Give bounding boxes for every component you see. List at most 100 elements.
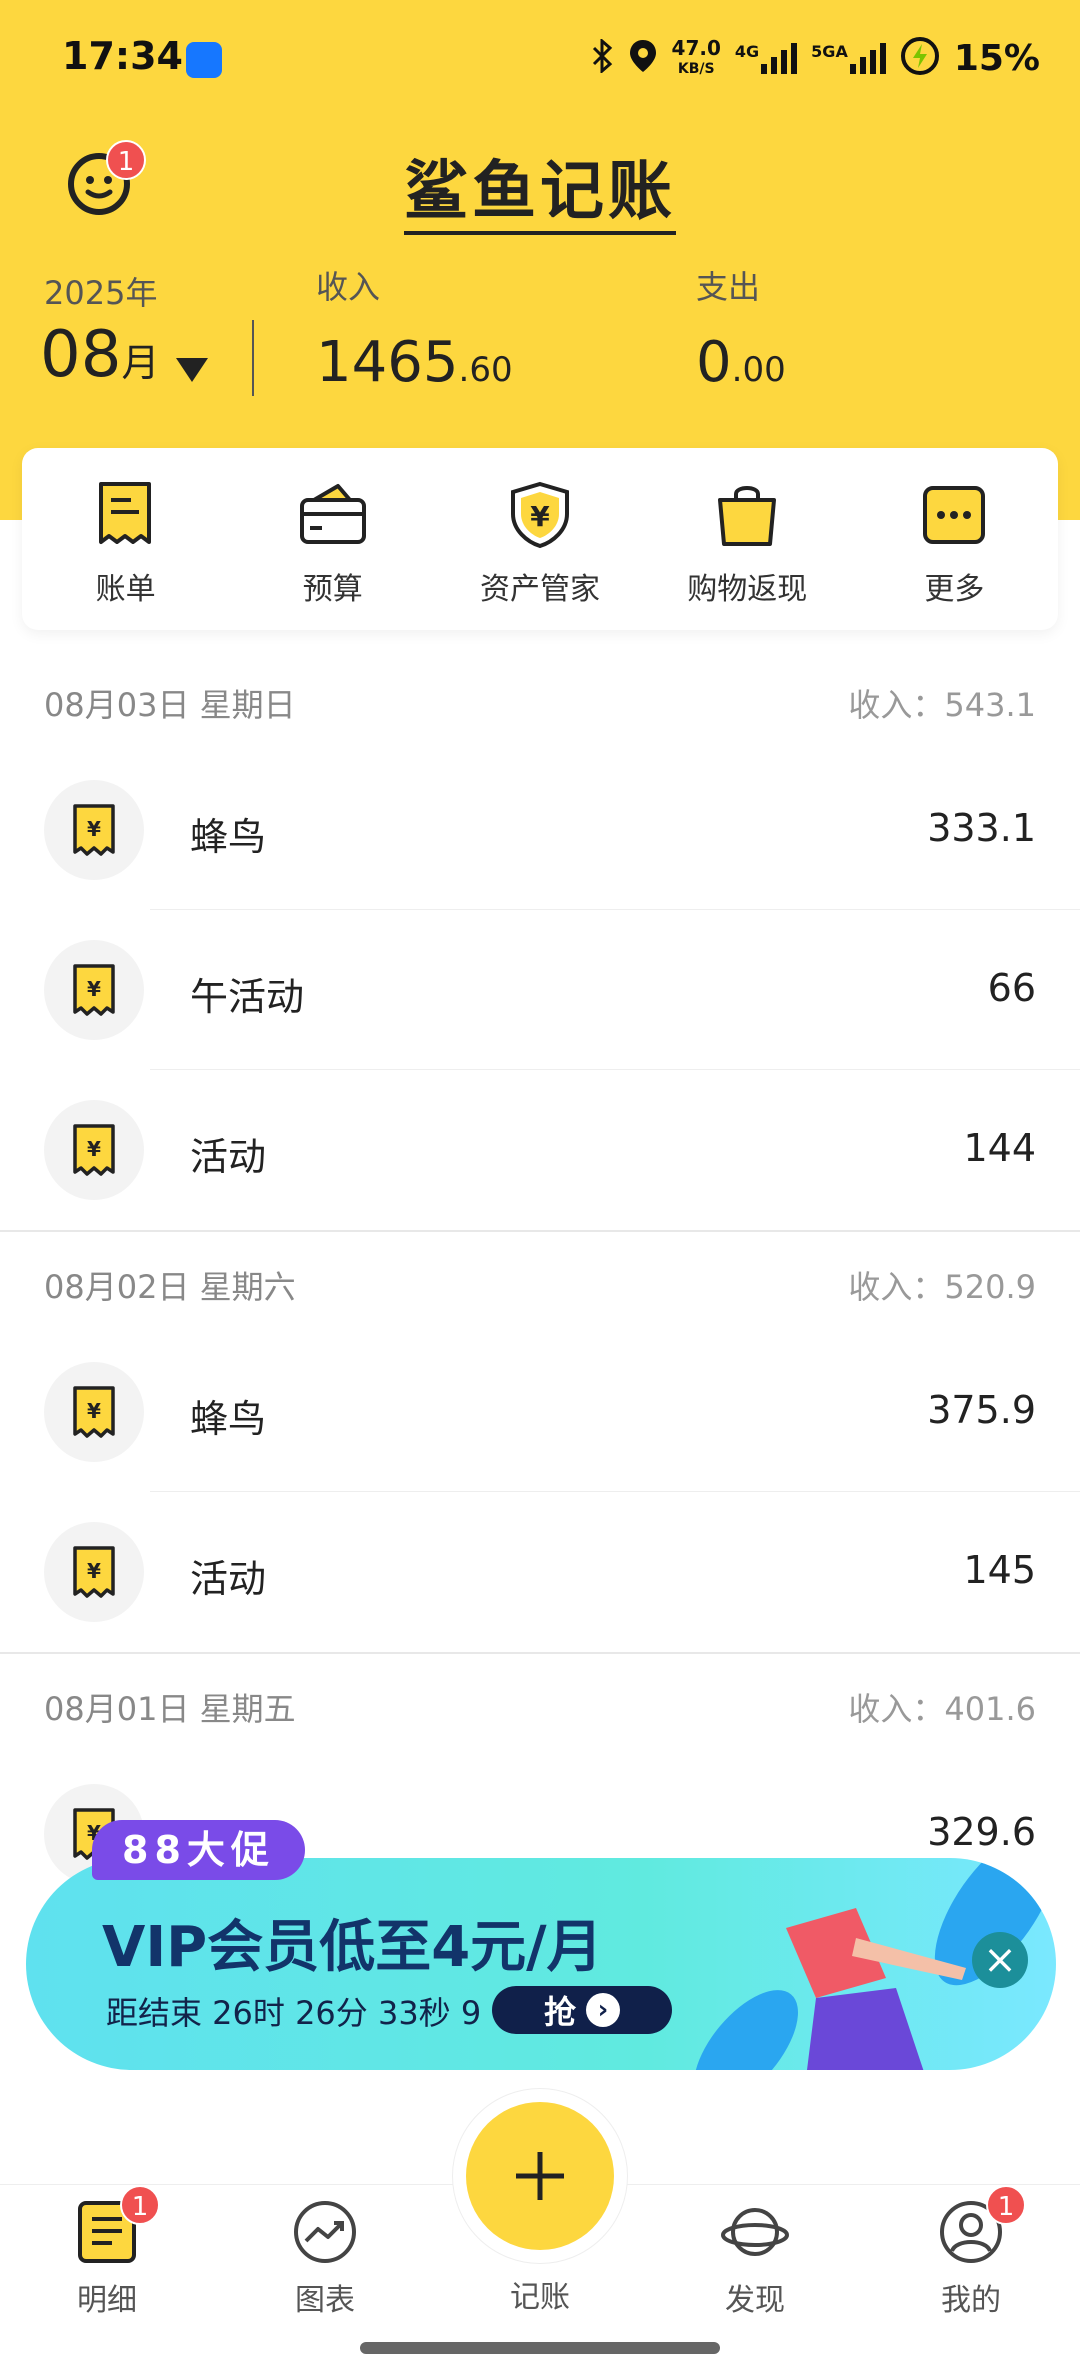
year-label: 2025年 <box>44 274 158 312</box>
nav-mine-badge: 1 <box>986 2185 1026 2225</box>
notification-app-icon <box>186 42 222 78</box>
nav-discover[interactable]: 发现 <box>670 2185 840 2319</box>
day-income-label: 收入： <box>848 686 945 724</box>
day-income-value: 520.9 <box>944 1268 1036 1306</box>
receipt-icon: ¥ <box>44 780 144 880</box>
signal-5ga-icon: 5GA <box>811 42 886 74</box>
expense-dec: .00 <box>731 350 786 390</box>
svg-text:¥: ¥ <box>87 1399 101 1423</box>
shopping-bag-icon <box>718 486 777 546</box>
nav-detail-label: 明细 <box>77 2283 137 2318</box>
signal-5ga-label: 5GA <box>811 42 848 61</box>
day-income-value: 401.6 <box>944 1690 1036 1728</box>
caret-down-icon[interactable] <box>176 358 208 382</box>
day-date: 08月03日 星期日 <box>44 686 296 724</box>
svg-text:¥: ¥ <box>87 817 101 841</box>
day-date: 08月01日 星期五 <box>44 1690 296 1728</box>
nav-mine-label: 我的 <box>941 2283 1001 2318</box>
quick-assets[interactable]: ¥ 资产管家 <box>436 448 643 630</box>
header: 17:34 47.0 KB/S 4G 5GA 15% 1 鲨鱼记账 2025年 … <box>0 0 1080 520</box>
plus-icon <box>516 2152 564 2200</box>
promo-grab-button[interactable]: 抢 › <box>492 1986 672 2034</box>
transaction-amount: 145 <box>963 1548 1036 1592</box>
svg-text:¥: ¥ <box>87 1559 101 1583</box>
promo-banner[interactable]: 88大促 VIP会员低至4元/月 距结束 26时 26分 33秒 9 抢 › × <box>26 1820 1056 2070</box>
day-group: 08月02日 星期六 收入：520.9 ¥ 蜂鸟 375.9 ¥ 活动 145 <box>0 1222 1080 1654</box>
month-summary: 2025年 08月 收入 1465.60 支出 0.00 <box>0 260 1080 410</box>
close-icon[interactable]: × <box>972 1932 1028 1988</box>
nav-charts[interactable]: 图表 <box>240 2185 410 2319</box>
svg-text:¥: ¥ <box>87 1137 101 1161</box>
quick-bill[interactable]: 账单 <box>22 448 229 630</box>
transaction-name: 蜂鸟 <box>190 815 267 859</box>
day-income: 收入：401.6 <box>848 1684 1036 1730</box>
chevron-right-icon: › <box>586 1993 620 2027</box>
promo-countdown: 距结束 26时 26分 33秒 9 <box>106 1994 482 2032</box>
transaction-amount: 333.1 <box>927 806 1036 850</box>
income-amount: 1465.60 <box>316 330 513 395</box>
location-icon <box>628 38 658 78</box>
more-icon <box>923 486 986 544</box>
quick-shopping[interactable]: 购物返现 <box>644 448 851 630</box>
expense-amount: 0.00 <box>696 330 786 395</box>
quick-more-label: 更多 <box>924 572 985 607</box>
signal-4g-label: 4G <box>734 42 760 61</box>
net-speed-value: 47.0 <box>671 35 721 60</box>
promo-grab-label: 抢 <box>543 1993 576 2031</box>
day-income: 收入：543.1 <box>848 680 1036 726</box>
transaction-row[interactable]: ¥ 午活动 66 <box>0 910 1080 1070</box>
day-income: 收入：520.9 <box>848 1262 1036 1308</box>
month-picker[interactable]: 08月 <box>40 318 159 392</box>
battery-percent: 15% <box>953 37 1040 79</box>
transaction-row[interactable]: ¥ 活动 145 <box>0 1492 1080 1652</box>
planet-icon <box>721 2208 789 2256</box>
quick-more[interactable]: 更多 <box>851 448 1058 630</box>
trend-chart-icon <box>294 2201 356 2263</box>
bill-icon <box>98 482 151 544</box>
nav-detail[interactable]: 明细 1 <box>22 2185 192 2319</box>
receipt-icon: ¥ <box>44 1100 144 1200</box>
status-time: 17:34 <box>62 34 183 78</box>
month-value: 08 <box>40 318 122 392</box>
transaction-name: 蜂鸟 <box>190 1397 267 1441</box>
transaction-name: 活动 <box>190 1557 267 1601</box>
day-header: 08月03日 星期日 收入：543.1 <box>0 640 1080 750</box>
home-indicator[interactable] <box>360 2342 720 2354</box>
day-income-value: 543.1 <box>944 686 1036 724</box>
net-speed: 47.0 KB/S <box>671 35 721 78</box>
income-int: 1465 <box>316 330 459 395</box>
nav-mine[interactable]: 我的 1 <box>886 2185 1056 2319</box>
income-dec: .60 <box>458 350 513 390</box>
transaction-amount: 144 <box>963 1126 1036 1170</box>
receipt-icon: ¥ <box>44 1522 144 1622</box>
day-income-label: 收入： <box>848 1268 945 1306</box>
nav-discover-label: 发现 <box>725 2283 785 2318</box>
status-icons: 47.0 KB/S 4G 5GA 15% <box>590 36 1040 80</box>
day-date: 08月02日 星期六 <box>44 1268 296 1306</box>
nav-detail-badge: 1 <box>120 2185 160 2225</box>
quick-menu: 账单 预算 ¥ 资产管家 购物返现 更多 <box>22 448 1058 630</box>
quick-budget-label: 预算 <box>302 572 363 607</box>
quick-shopping-label: 购物返现 <box>687 572 808 607</box>
receipt-icon: ¥ <box>44 1362 144 1462</box>
day-header: 08月01日 星期五 收入：401.6 <box>0 1644 1080 1754</box>
shield-yen-icon: ¥ <box>511 481 569 549</box>
income-label: 收入 <box>316 268 381 306</box>
svg-text:¥: ¥ <box>530 500 550 533</box>
add-record-button[interactable] <box>466 2102 614 2250</box>
receipt-icon: ¥ <box>44 940 144 1040</box>
signal-4g-icon: 4G <box>734 42 798 74</box>
transaction-name: 午活动 <box>190 975 305 1019</box>
quick-bill-label: 账单 <box>95 572 156 607</box>
status-bar: 17:34 47.0 KB/S 4G 5GA 15% <box>0 0 1080 118</box>
bluetooth-icon <box>590 37 614 77</box>
quick-budget[interactable]: 预算 <box>229 448 436 630</box>
net-speed-unit: KB/S <box>677 60 715 77</box>
transaction-row[interactable]: ¥ 蜂鸟 333.1 <box>0 750 1080 910</box>
day-income-label: 收入： <box>848 1690 945 1728</box>
transaction-row[interactable]: ¥ 活动 144 <box>0 1070 1080 1230</box>
transaction-row[interactable]: ¥ 蜂鸟 375.9 <box>0 1332 1080 1492</box>
battery-charging-icon <box>900 36 940 80</box>
day-group: 08月03日 星期日 收入：543.1 ¥ 蜂鸟 333.1 ¥ 午活动 66 … <box>0 640 1080 1232</box>
app-title: 鲨鱼记账 <box>0 140 1080 235</box>
